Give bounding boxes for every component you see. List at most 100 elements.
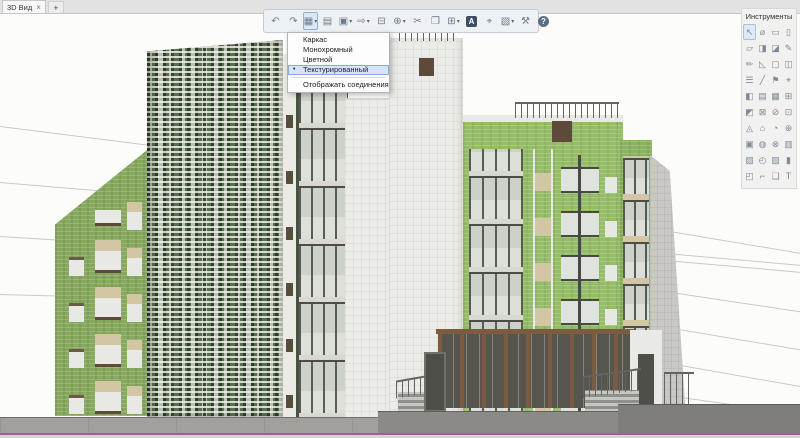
web-publish-button[interactable]: ⊕▾: [391, 12, 408, 30]
letter-a-icon: A: [466, 16, 477, 27]
tool-icon[interactable]: ◫: [782, 56, 795, 72]
tool-icon[interactable]: ⊞: [782, 88, 795, 104]
cut-button[interactable]: ✂: [409, 12, 426, 30]
scissors-icon: ✂: [413, 16, 421, 27]
tab-close-icon[interactable]: ×: [36, 3, 41, 12]
menu-item-textured[interactable]: •Текстурированный: [288, 65, 389, 75]
view-mode-button[interactable]: ▦▾: [303, 12, 318, 30]
tool-icon[interactable]: ▥: [782, 136, 795, 152]
viewport-3d[interactable]: [0, 13, 800, 438]
tool-icon[interactable]: ▮: [782, 152, 795, 168]
redo-button[interactable]: ↷: [285, 12, 302, 30]
tool-icon[interactable]: ⌂: [756, 120, 769, 136]
tool-icon[interactable]: ⌖: [782, 72, 795, 88]
menu-item-monochrome[interactable]: Монохромный: [288, 45, 389, 55]
facade-left-green: [55, 150, 147, 416]
tool-icon[interactable]: ▦: [769, 88, 782, 104]
tool-icon[interactable]: ⌐: [756, 168, 769, 184]
tool-icon[interactable]: ◩: [743, 104, 756, 120]
building-model: [0, 13, 800, 438]
retaining-wall: [378, 411, 622, 434]
copy-icon: ❐: [431, 16, 440, 27]
tool-icon[interactable]: ◔: [769, 120, 782, 136]
tool-icon[interactable]: ⊗: [769, 136, 782, 152]
chevron-down-icon: ▾: [367, 18, 370, 25]
undo-button[interactable]: ↶: [267, 12, 284, 30]
paste-button[interactable]: ⊞▾: [445, 12, 462, 30]
main-toolbar: ↶ ↷ ▦▾ ▤ ▣▾ ⇨▾ ⊟ ⊕▾ ✂ ❐ ⊞▾ A ⌖ ▧▾ ⚒ ?: [263, 9, 539, 33]
tab-label: 3D Вид: [7, 3, 32, 12]
tool-icon[interactable]: ◪: [769, 40, 782, 56]
tool-icon[interactable]: ▯: [782, 24, 795, 40]
crosshair-icon: ⌖: [487, 16, 493, 27]
print-button[interactable]: ⊟: [373, 12, 390, 30]
select-tool-icon[interactable]: ↖: [743, 24, 756, 40]
menu-item-wireframe[interactable]: Каркас: [288, 35, 389, 45]
tool-icon[interactable]: ⊘: [769, 104, 782, 120]
tool-icon[interactable]: ◍: [756, 136, 769, 152]
model-view-button[interactable]: ▧▾: [499, 12, 516, 30]
tool-icon[interactable]: ▢: [769, 56, 782, 72]
tool-icon[interactable]: ⊠: [756, 104, 769, 120]
tool-icon[interactable]: ◧: [743, 88, 756, 104]
text-tool-icon[interactable]: T: [782, 168, 795, 184]
clipboard-icon: ⊞: [447, 16, 455, 27]
tool-icon[interactable]: ▨: [769, 152, 782, 168]
chevron-down-icon: ▾: [349, 18, 352, 25]
settings-button[interactable]: ⚒: [517, 12, 534, 30]
printer-icon: ⊟: [377, 16, 385, 27]
tool-icon[interactable]: ✎: [782, 40, 795, 56]
tool-icon[interactable]: ╱: [756, 72, 769, 88]
chevron-down-icon: ▾: [511, 18, 514, 25]
facade-white-wall: [345, 98, 389, 420]
tool-icon[interactable]: ◴: [756, 152, 769, 168]
menu-item-show-connections[interactable]: Отображать соединения: [288, 80, 389, 90]
entrance-door: [424, 352, 446, 412]
tool-icon[interactable]: ⌀: [756, 24, 769, 40]
globe-icon: ⊕: [393, 16, 401, 27]
tool-icon[interactable]: ⊕: [782, 120, 795, 136]
undo-icon: ↶: [271, 16, 279, 27]
tool-icon[interactable]: ◺: [756, 56, 769, 72]
tool-icon[interactable]: ▣: [743, 136, 756, 152]
wrench-icon: ⚒: [521, 16, 530, 27]
tools-grid: ↖ ⌀ ▭ ▯ ▱ ◨ ◪ ✎ ✏ ◺ ▢ ◫ ☰ ╱ ⚑ ⌖ ◧ ▤ ▦ ⊞ …: [742, 24, 796, 184]
tool-icon[interactable]: ⊡: [782, 104, 795, 120]
text-style-button[interactable]: A: [463, 12, 480, 30]
tool-icon[interactable]: ◨: [756, 40, 769, 56]
tool-icon[interactable]: ▤: [756, 88, 769, 104]
export-button[interactable]: ⇨▾: [355, 12, 372, 30]
tool-icon[interactable]: ▧: [743, 152, 756, 168]
tab-3d-view[interactable]: 3D Вид ×: [2, 0, 46, 13]
view-mode-icon: ▦: [304, 16, 313, 27]
menu-separator: [291, 77, 386, 78]
tool-icon[interactable]: ◰: [743, 168, 756, 184]
pilaster-strip: [283, 54, 296, 418]
balcony-glazing-column: [296, 60, 348, 418]
window-column: [286, 78, 293, 408]
selected-bullet-icon: •: [293, 65, 295, 75]
open-button[interactable]: ▤: [319, 12, 336, 30]
save-icon: ▣: [339, 16, 348, 27]
box-3d-icon: ▧: [501, 16, 510, 27]
view-mode-menu: Каркас Монохромный Цветной •Текстурирова…: [287, 32, 390, 93]
add-tab-button[interactable]: +: [48, 1, 64, 13]
window-column: [69, 236, 84, 414]
save-button[interactable]: ▣▾: [337, 12, 354, 30]
window-column: [127, 196, 142, 414]
tool-icon[interactable]: ☰: [743, 72, 756, 88]
tool-icon[interactable]: ❏: [769, 168, 782, 184]
copy-button[interactable]: ❐: [427, 12, 444, 30]
locate-button[interactable]: ⌖: [481, 12, 498, 30]
tool-icon[interactable]: ◬: [743, 120, 756, 136]
redo-icon: ↷: [289, 16, 297, 27]
tool-icon[interactable]: ▭: [769, 24, 782, 40]
menu-item-colored[interactable]: Цветной: [288, 55, 389, 65]
tool-icon[interactable]: ⚑: [769, 72, 782, 88]
help-button[interactable]: ?: [535, 12, 552, 30]
tool-icon[interactable]: ✏: [743, 56, 756, 72]
tool-icon[interactable]: ▱: [743, 40, 756, 56]
chevron-down-icon: ▾: [457, 18, 460, 25]
folder-icon: ▤: [323, 16, 332, 27]
tools-panel: Инструменты ↖ ⌀ ▭ ▯ ▱ ◨ ◪ ✎ ✏ ◺ ▢ ◫ ☰ ╱ …: [741, 8, 797, 189]
